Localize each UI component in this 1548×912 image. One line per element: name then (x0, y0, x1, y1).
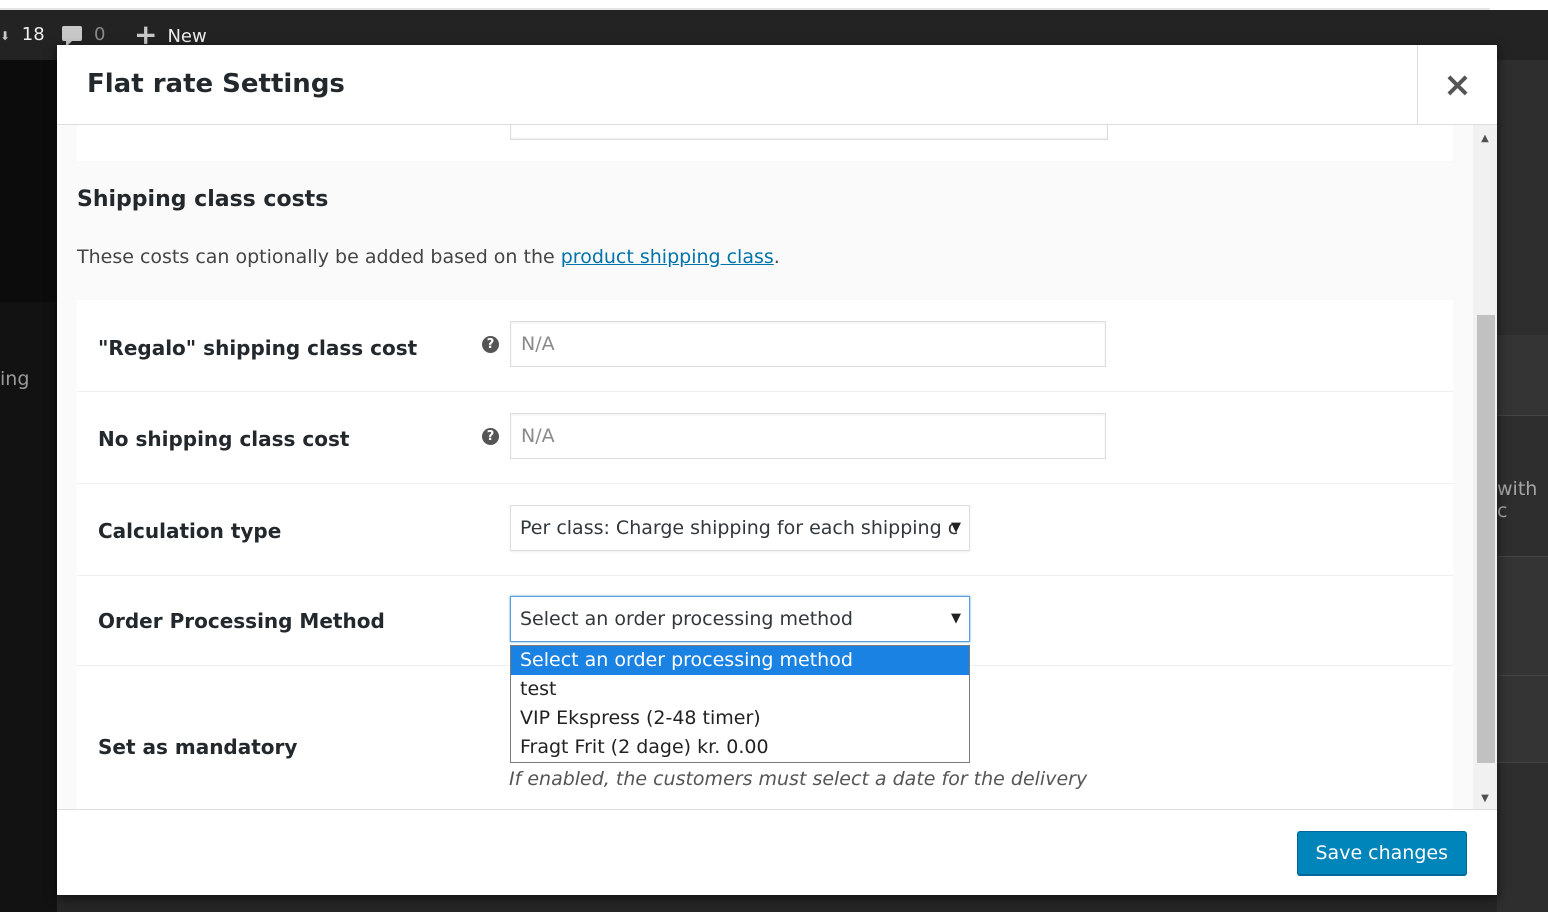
scrollbar-thumb[interactable] (1477, 315, 1495, 763)
scroll-up-icon[interactable]: ▲ (1473, 129, 1497, 149)
updates-count: 18 (21, 24, 45, 45)
dropdown-option[interactable]: VIP Ekspress (2-48 timer) (511, 704, 969, 733)
dropdown-option[interactable]: test (511, 675, 969, 704)
dropdown-option[interactable]: Select an order processing method (511, 646, 969, 675)
shipping-class-form: "Regalo" shipping class cost ? No shippi… (77, 300, 1453, 809)
modal-header: Flat rate Settings × (57, 45, 1497, 125)
modal-scrollbar[interactable]: ▲ ▼ (1473, 125, 1497, 809)
calculation-type-label: Calculation type (98, 519, 282, 543)
close-button[interactable]: × (1417, 45, 1497, 124)
previous-field-input[interactable] (510, 125, 1108, 140)
chevron-down-icon: ▼ (951, 611, 961, 626)
admin-sidebar: ing (0, 60, 57, 912)
modal-footer: Save changes (57, 809, 1497, 895)
updates-icon: ⬇ (0, 29, 11, 43)
updates-item[interactable]: ⬇ 18 (0, 24, 45, 45)
comments-count: 0 (94, 24, 106, 45)
new-content-item[interactable]: + New (134, 21, 207, 49)
no-class-cost-label: No shipping class cost (98, 427, 350, 451)
form-row-regalo: "Regalo" shipping class cost ? (77, 300, 1453, 392)
previous-field-card (77, 125, 1453, 161)
modal-title: Flat rate Settings (87, 69, 345, 99)
form-row-no-class: No shipping class cost ? (77, 392, 1453, 484)
section-title: Shipping class costs (77, 187, 329, 212)
order-processing-label: Order Processing Method (98, 609, 385, 633)
comments-item[interactable]: 0 (62, 24, 106, 47)
no-class-cost-input[interactable] (510, 413, 1106, 459)
regalo-cost-input[interactable] (510, 321, 1106, 367)
section-description: These costs can optionally be added base… (77, 246, 780, 268)
modal-body: Shipping class costs These costs can opt… (57, 125, 1497, 809)
chevron-down-icon: ▼ (951, 520, 961, 535)
scroll-down-icon[interactable]: ▼ (1473, 789, 1497, 809)
regalo-cost-label: "Regalo" shipping class cost (98, 336, 418, 360)
browser-top-strip (0, 0, 1548, 10)
background-panel: with c (1497, 60, 1548, 912)
new-label: New (167, 26, 207, 47)
mandatory-description: If enabled, the customers must select a … (509, 768, 1088, 790)
sidebar-fragment-text: ing (0, 368, 30, 390)
question-circle-icon[interactable]: ? (482, 428, 499, 445)
mandatory-label: Set as mandatory (98, 735, 298, 759)
order-processing-select[interactable]: Select an order processing method ▼ (510, 596, 970, 642)
save-changes-button[interactable]: Save changes (1296, 831, 1467, 875)
order-processing-value: Select an order processing method (520, 608, 853, 630)
settings-content: Shipping class costs These costs can opt… (57, 125, 1473, 809)
close-icon: × (1443, 64, 1472, 105)
calculation-type-value: Per class: Charge shipping for each ship… (520, 517, 959, 539)
flat-rate-settings-modal: Flat rate Settings × Shipping class cost… (57, 45, 1497, 895)
calculation-type-select[interactable]: Per class: Charge shipping for each ship… (510, 505, 970, 551)
background-fragment-text: with c (1497, 478, 1538, 522)
form-row-calc-type: Calculation type Per class: Charge shipp… (77, 484, 1453, 576)
product-shipping-class-link[interactable]: product shipping class (561, 246, 774, 268)
comment-bubble-icon (62, 26, 82, 47)
order-processing-dropdown: Select an order processing method test V… (510, 645, 970, 763)
dropdown-option[interactable]: Fragt Frit (2 dage) kr. 0.00 (511, 733, 969, 762)
question-circle-icon[interactable]: ? (482, 336, 499, 353)
